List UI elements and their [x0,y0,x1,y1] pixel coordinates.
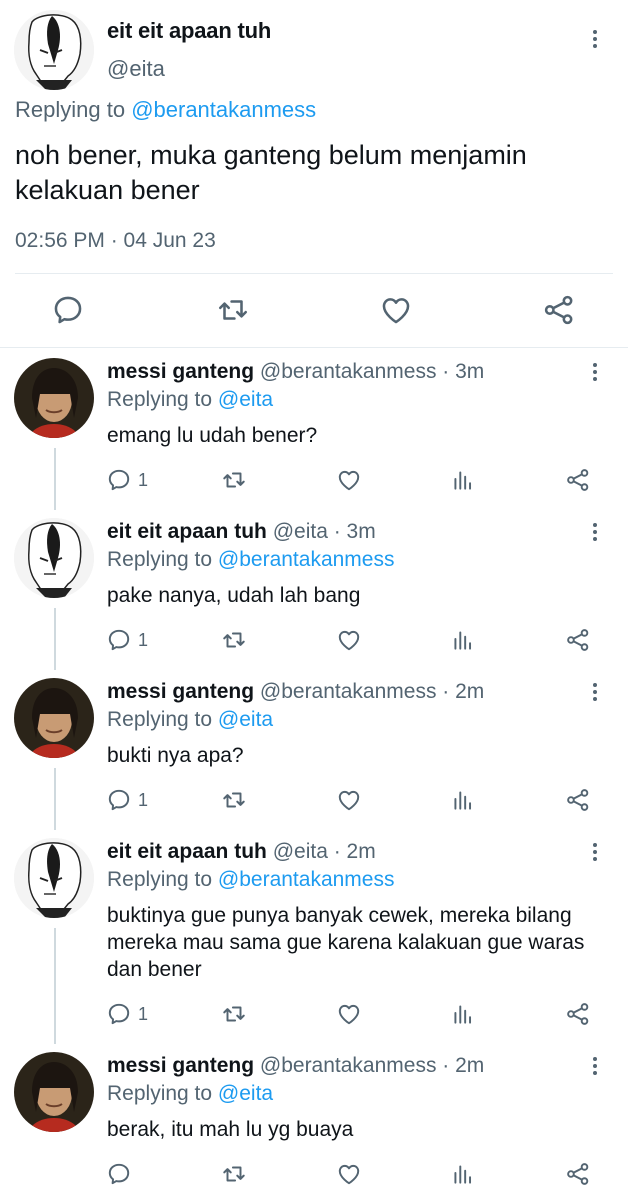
tweet-text: pake nanya, udah lah bang [107,584,361,607]
avatar[interactable] [14,1052,94,1132]
reply-header: messi ganteng @berantakanmess · 2m [107,680,484,704]
replying-to-label: Replying to [107,1082,218,1105]
share-icon[interactable] [565,787,591,813]
stats-icon[interactable] [450,627,476,653]
retweet-icon[interactable] [221,627,247,653]
replying-to-link[interactable]: @berantakanmess [131,97,316,122]
more-options-icon[interactable] [583,1054,607,1078]
more-options-icon[interactable] [583,360,607,384]
like-icon[interactable] [379,293,413,327]
reply-count: 1 [138,630,149,650]
display-name[interactable]: messi ganteng [107,680,254,703]
reply-count: 1 [138,790,149,810]
tweet-text: noh bener, muka ganteng belum menjamin k… [15,140,527,205]
like-icon[interactable] [336,787,362,813]
replying-to: Replying to @berantakanmess [107,868,394,892]
replying-to-label: Replying to [15,97,132,122]
avatar[interactable] [14,10,94,90]
replying-to-link[interactable]: @eita [218,388,273,411]
avatar[interactable] [14,358,94,438]
like-icon[interactable] [336,1161,362,1187]
reply-tweet[interactable]: eit eit apaan tuh @eita · 3m Replying to… [0,510,628,670]
replying-to-link[interactable]: @berantakanmess [218,548,395,571]
reply-tweet[interactable]: messi ganteng @berantakanmess · 2m Reply… [0,1044,628,1200]
share-icon[interactable] [565,1161,591,1187]
retweet-icon[interactable] [221,467,247,493]
reply-tweet[interactable]: messi ganteng @berantakanmess · 2m Reply… [0,670,628,830]
like-icon[interactable] [336,627,362,653]
share-icon[interactable] [542,293,576,327]
user-handle[interactable]: @berantakanmess · 2m [260,1054,484,1077]
user-handle[interactable]: @eita [107,56,165,82]
replying-to-label: Replying to [107,548,218,571]
reply-header: messi ganteng @berantakanmess · 2m [107,1054,484,1078]
user-handle[interactable]: @berantakanmess · 2m [260,680,484,703]
replying-to-label: Replying to [107,868,218,891]
reply-count: 1 [138,1004,149,1024]
replying-to-link[interactable]: @berantakanmess [218,868,395,891]
reply-icon[interactable] [106,627,132,653]
divider [15,273,613,274]
stats-icon[interactable] [450,787,476,813]
retweet-icon[interactable] [221,1161,247,1187]
reply-icon[interactable] [106,787,132,813]
tweet-text: bukti nya apa? [107,744,244,767]
replying-to: Replying to @berantakanmess [15,97,316,123]
user-handle[interactable]: @berantakanmess · 3m [260,360,484,383]
user-handle[interactable]: @eita · 3m [273,520,376,543]
reply-header: eit eit apaan tuh @eita · 2m [107,840,376,864]
reply-header: messi ganteng @berantakanmess · 3m [107,360,484,384]
more-options-icon[interactable] [583,840,607,864]
stats-icon[interactable] [450,467,476,493]
like-icon[interactable] [336,1001,362,1027]
share-icon[interactable] [565,1001,591,1027]
stats-icon[interactable] [450,1001,476,1027]
replying-to-label: Replying to [107,708,218,731]
replying-to: Replying to @eita [107,708,273,732]
display-name[interactable]: eit eit apaan tuh [107,18,271,44]
stats-icon[interactable] [450,1161,476,1187]
replying-to-label: Replying to [107,388,218,411]
like-icon[interactable] [336,467,362,493]
main-tweet: eit eit apaan tuh @eita Replying to @ber… [0,0,628,348]
display-name[interactable]: messi ganteng [107,360,254,383]
anime-avatar-image [14,10,94,90]
reply-tweet[interactable]: eit eit apaan tuh @eita · 2m Replying to… [0,830,628,1044]
retweet-icon[interactable] [221,787,247,813]
reply-icon[interactable] [106,1161,132,1187]
display-name[interactable]: messi ganteng [107,1054,254,1077]
avatar[interactable] [14,518,94,598]
avatar[interactable] [14,838,94,918]
replying-to-link[interactable]: @eita [218,1082,273,1105]
tweet-timestamp[interactable]: 02:56 PM · 04 Jun 23 [15,229,216,253]
retweet-icon[interactable] [216,293,250,327]
display-name[interactable]: eit eit apaan tuh [107,520,267,543]
avatar[interactable] [14,678,94,758]
reply-icon[interactable] [51,293,85,327]
reply-icon[interactable] [106,1001,132,1027]
more-options-icon[interactable] [583,680,607,704]
share-icon[interactable] [565,627,591,653]
reply-count: 1 [138,470,149,490]
replying-to: Replying to @eita [107,388,273,412]
replying-to: Replying to @berantakanmess [107,548,394,572]
more-options-icon[interactable] [583,27,607,51]
more-options-icon[interactable] [583,520,607,544]
display-name[interactable]: eit eit apaan tuh [107,840,267,863]
user-handle[interactable]: @eita · 2m [273,840,376,863]
tweet-text: berak, itu mah lu yg buaya [107,1118,354,1141]
share-icon[interactable] [565,467,591,493]
reply-icon[interactable] [106,467,132,493]
reply-header: eit eit apaan tuh @eita · 3m [107,520,376,544]
reply-tweet[interactable]: messi ganteng @berantakanmess · 3m Reply… [0,350,628,510]
replying-to-link[interactable]: @eita [218,708,273,731]
retweet-icon[interactable] [221,1001,247,1027]
replying-to: Replying to @eita [107,1082,273,1106]
tweet-text: buktinya gue punya banyak cewek, mereka … [107,904,585,981]
tweet-text: emang lu udah bener? [107,424,318,447]
